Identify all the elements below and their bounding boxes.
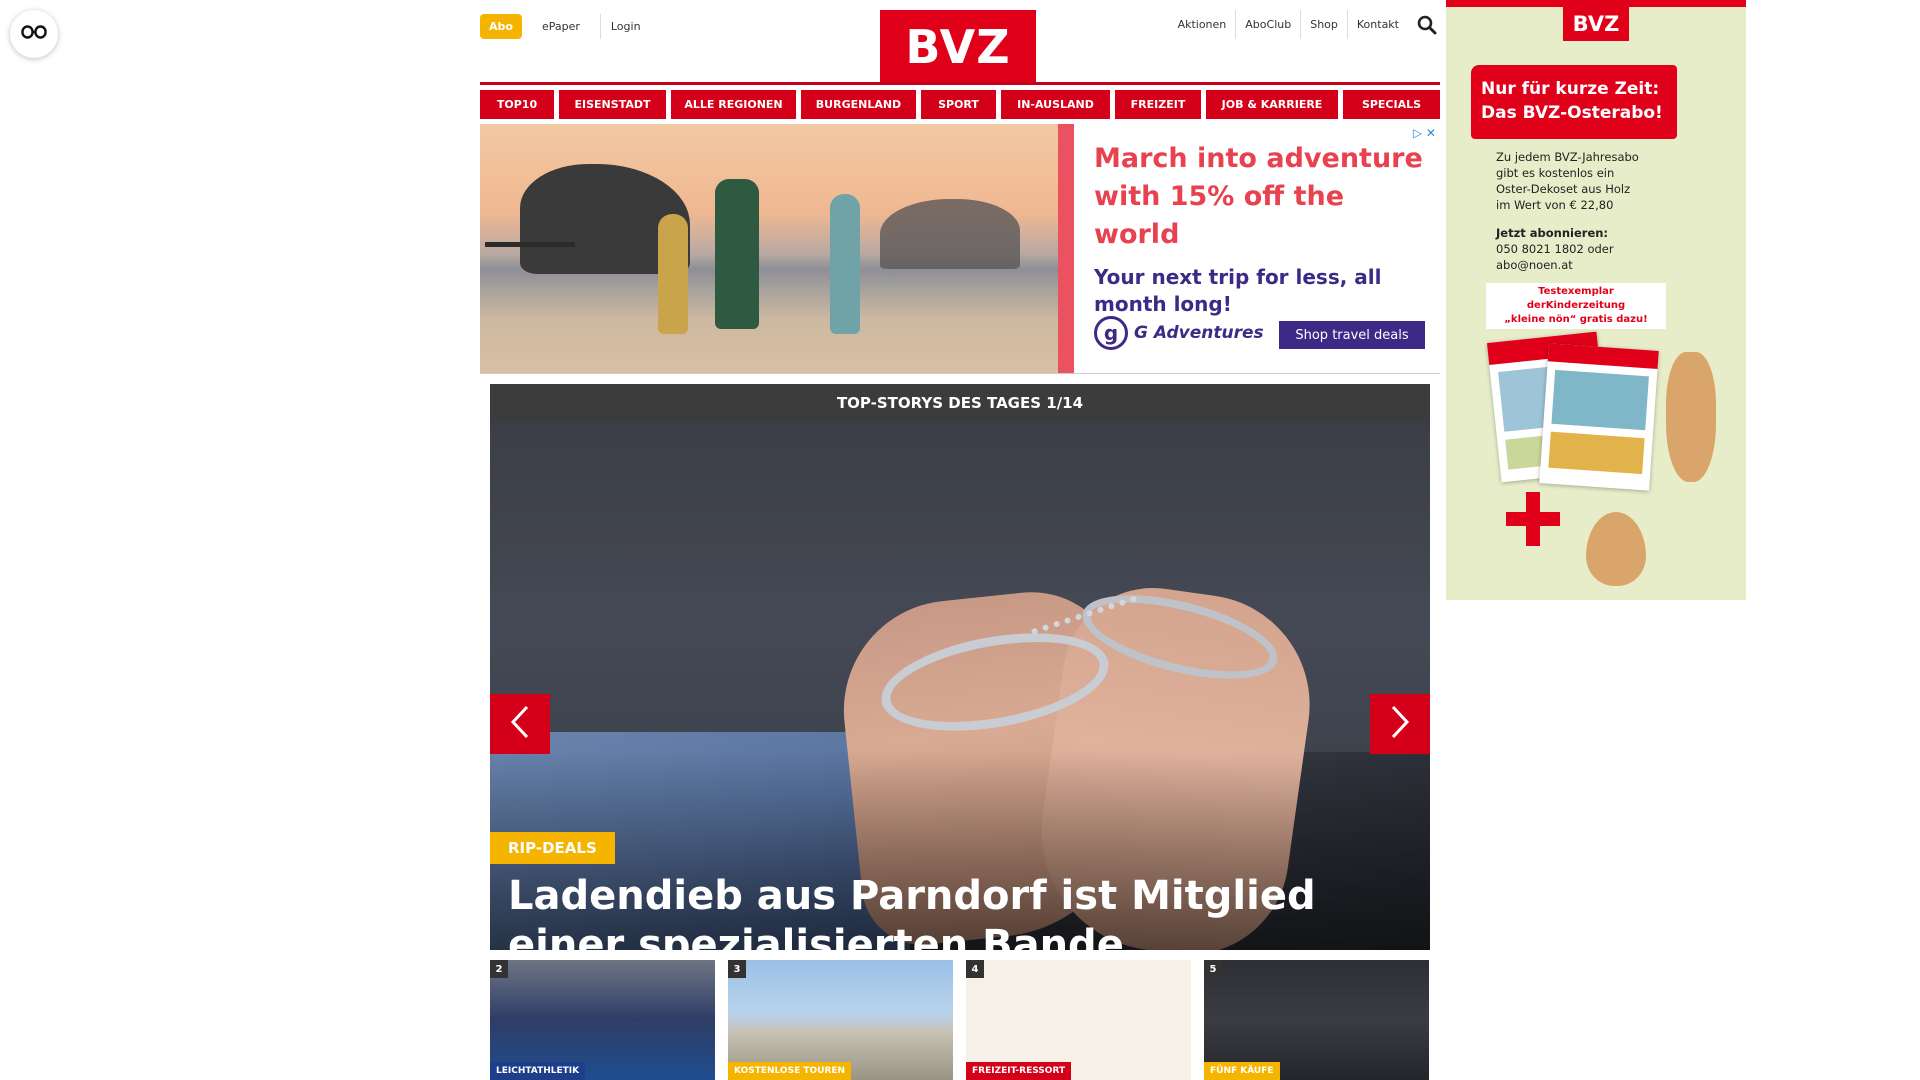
ad-banner[interactable]: March into adventure with 15% off the wo…: [480, 124, 1440, 374]
top-stories-slider: TOP-STORYS DES TAGES 1/14 RIP-DEALS Lade…: [490, 384, 1430, 950]
thumb-story-5[interactable]: 5 FÜNF KÄUFE: [1204, 960, 1429, 1080]
side-ad-banner-line1: Nur für kurze Zeit:: [1481, 79, 1660, 99]
side-ad-test-line1: Testexemplar derKinderzeitung: [1526, 286, 1626, 311]
kids-magazine-image: [1539, 343, 1659, 491]
side-ad-body-line4: im Wert von € 22,80: [1496, 198, 1614, 212]
side-ad-subscribe: Jetzt abonnieren:: [1496, 226, 1609, 240]
thumb-tag: FREIZEIT-RESSORT: [966, 1062, 1072, 1080]
wooden-egg-image: [1586, 512, 1646, 586]
thumb-number: 3: [728, 960, 746, 978]
side-ad-body-line2: gibt es kostenlos ein: [1496, 166, 1615, 180]
wooden-bunny-image: [1666, 352, 1716, 482]
aboclub-link[interactable]: AboClub: [1236, 10, 1302, 39]
side-ad-body-line1: Zu jedem BVZ-Jahresabo: [1496, 150, 1639, 164]
side-ad-test-offer: Testexemplar derKinderzeitung „kleine nö…: [1486, 283, 1666, 329]
thumb-number: 2: [490, 960, 508, 978]
g-adventures-icon: g: [1094, 316, 1128, 350]
side-ad-phone: 050 8021 1802 oder: [1496, 242, 1614, 256]
chevron-right-icon: [1388, 704, 1412, 745]
cat-eisenstadt[interactable]: EISENSTADT: [559, 90, 666, 119]
accessibility-button[interactable]: [10, 10, 58, 58]
search-icon[interactable]: [1414, 12, 1440, 38]
ad-headline: March into adventure with 15% off the wo…: [1094, 143, 1423, 250]
ad-brand-name: G Adventures: [1134, 323, 1264, 343]
shop-link[interactable]: Shop: [1301, 10, 1348, 39]
kontakt-link[interactable]: Kontakt: [1348, 10, 1408, 39]
thumb-tag: KOSTENLOSE TOUREN: [728, 1062, 852, 1080]
thumb-tag: LEICHTATHLETIK: [490, 1062, 586, 1080]
site-header: Abo ePaper Login BVZ Aktionen AboClub Sh…: [480, 0, 1440, 84]
side-ad-banner-line2: Das BVZ-Osterabo!: [1481, 103, 1663, 123]
thumb-tag: FÜNF KÄUFE: [1204, 1062, 1280, 1080]
plus-icon-bar: [1506, 512, 1560, 526]
cat-in-ausland[interactable]: IN-AUSLAND: [1001, 90, 1110, 119]
cat-burgenland[interactable]: BURGENLAND: [801, 90, 916, 119]
cat-job-karriere[interactable]: JOB & KARRIERE: [1206, 90, 1338, 119]
thumb-number: 5: [1204, 960, 1222, 978]
ad-subline: Your next trip for less, all month long!: [1094, 265, 1382, 316]
ad-stripe: [1058, 124, 1074, 373]
ad-beach-photo: [480, 124, 1058, 373]
slider-title: TOP-STORYS DES TAGES 1/14: [490, 384, 1430, 422]
side-ad-body: Zu jedem BVZ-Jahresabo gibt es kostenlos…: [1496, 149, 1696, 273]
cat-freizeit[interactable]: FREIZEIT: [1115, 90, 1201, 119]
chevron-left-icon: [508, 704, 532, 745]
slider-next-button[interactable]: [1370, 694, 1430, 754]
slider-prev-button[interactable]: [490, 694, 550, 754]
aktionen-link[interactable]: Aktionen: [1169, 10, 1237, 39]
epaper-link[interactable]: ePaper: [532, 14, 590, 39]
category-nav: TOP10 EISENSTADT ALLE REGIONEN BURGENLAN…: [480, 90, 1440, 119]
thumb-story-4[interactable]: 4 FREIZEIT-RESSORT: [966, 960, 1191, 1080]
cat-specials[interactable]: SPECIALS: [1343, 90, 1440, 119]
header-left-nav: Abo ePaper Login: [480, 14, 651, 39]
slide-tag[interactable]: RIP-DEALS: [490, 832, 615, 864]
cat-top10[interactable]: TOP10: [480, 90, 554, 119]
accessibility-icon: [21, 24, 47, 44]
header-divider: [480, 82, 1440, 85]
login-link[interactable]: Login: [599, 14, 651, 39]
side-ad-test-line2: „kleine nön“ gratis dazu!: [1504, 314, 1648, 325]
ad-text: March into adventure with 15% off the wo…: [1094, 140, 1424, 318]
thumb-story-2[interactable]: 2 LEICHTATHLETIK: [490, 960, 715, 1080]
side-ad-osterabo[interactable]: BVZ Nur für kurze Zeit: Das BVZ-Osterabo…: [1446, 0, 1746, 600]
ad-brand-logo: g G Adventures: [1094, 316, 1264, 350]
cat-sport[interactable]: SPORT: [921, 90, 996, 119]
thumb-story-3[interactable]: 3 KOSTENLOSE TOUREN: [728, 960, 953, 1080]
side-ad-logo: BVZ: [1563, 7, 1629, 41]
slide-image[interactable]: RIP-DEALS Ladendieb aus Parndorf ist Mit…: [490, 422, 1430, 950]
side-ad-body-line3: Oster-Dekoset aus Holz: [1496, 182, 1631, 196]
header-right-nav: Aktionen AboClub Shop Kontakt: [1169, 10, 1440, 39]
ad-cta-button[interactable]: Shop travel deals: [1279, 321, 1425, 349]
adchoices-icon[interactable]: ▷ ✕: [1413, 126, 1436, 140]
bvz-logo[interactable]: BVZ: [880, 10, 1036, 84]
thumb-number: 4: [966, 960, 984, 978]
story-thumbnails: 2 LEICHTATHLETIK 3 KOSTENLOSE TOUREN 4 F…: [490, 960, 1430, 1080]
cat-alle-regionen[interactable]: ALLE REGIONEN: [671, 90, 796, 119]
side-ad-banner: Nur für kurze Zeit: Das BVZ-Osterabo!: [1471, 65, 1677, 139]
side-ad-email: abo@noen.at: [1496, 258, 1573, 272]
abo-button[interactable]: Abo: [480, 14, 522, 39]
slide-headline[interactable]: Ladendieb aus Parndorf ist Mitglied eine…: [508, 872, 1408, 950]
